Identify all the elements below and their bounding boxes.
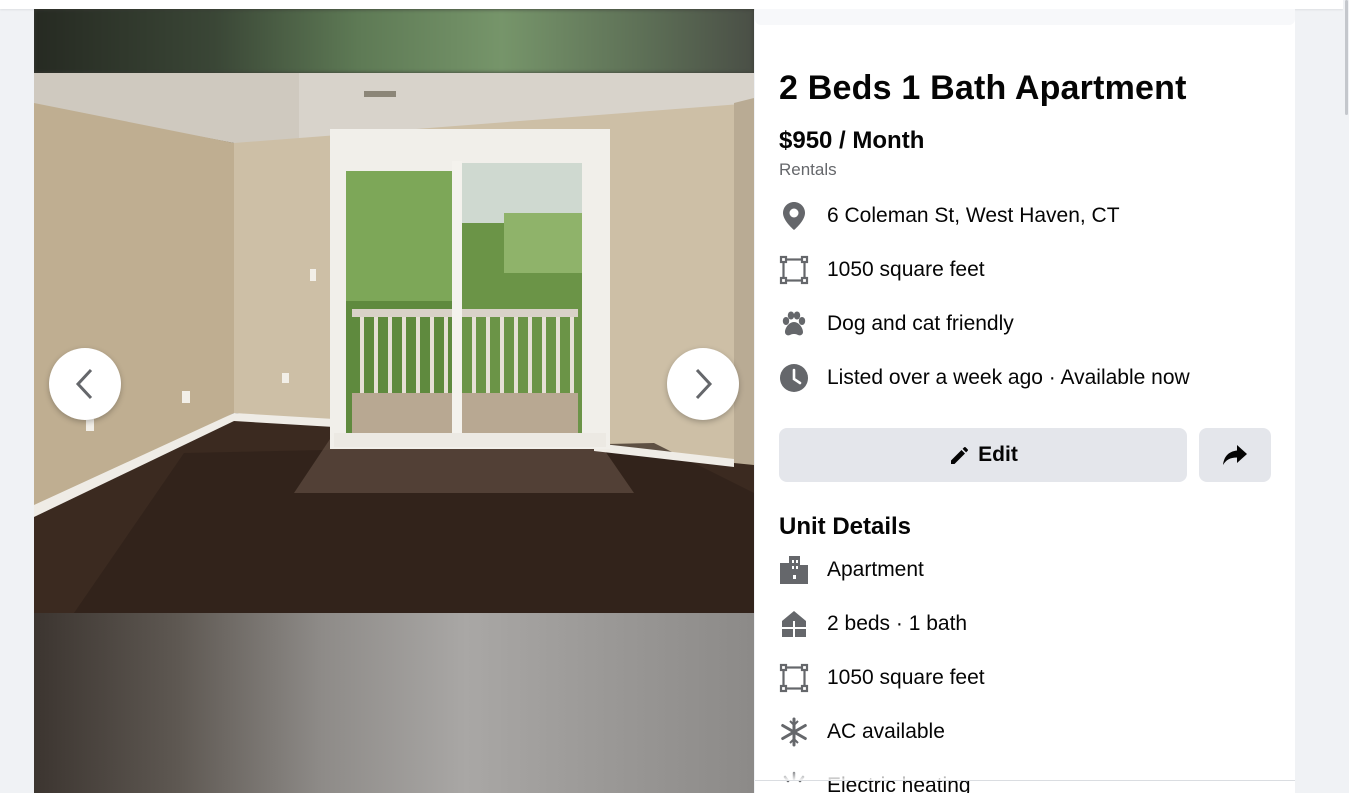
listing-category[interactable]: Rentals: [779, 160, 837, 180]
previous-photo-button[interactable]: [49, 348, 121, 420]
share-button[interactable]: [1199, 428, 1271, 482]
photo-viewer: [34, 9, 754, 793]
edit-button[interactable]: Edit: [779, 428, 1187, 482]
unit-type-row: Apartment: [779, 554, 924, 586]
snowflake-icon: [779, 717, 809, 747]
unit-size-row: 1050 square feet: [779, 662, 985, 694]
paw-icon: [779, 309, 809, 339]
listed-text: Listed over a week ago · Available now: [827, 366, 1190, 389]
unit-size-text: 1050 square feet: [827, 666, 985, 689]
listed-row: Listed over a week ago · Available now: [779, 362, 1190, 394]
next-photo-button[interactable]: [667, 348, 739, 420]
page-scrollbar-thumb[interactable]: [1345, 0, 1348, 115]
chevron-left-icon: [75, 368, 93, 400]
top-bar: [0, 0, 1343, 9]
share-arrow-icon: [1223, 445, 1247, 465]
blurred-background-top: [34, 9, 754, 73]
clock-icon: [779, 363, 809, 393]
square-footage-icon: [779, 255, 809, 285]
square-footage-icon: [779, 663, 809, 693]
blurred-background-bottom: [34, 613, 754, 793]
listing-title: 2 Beds 1 Bath Apartment: [779, 69, 1187, 107]
listing-price: $950 / Month: [779, 127, 925, 154]
unit-details-title: Unit Details: [779, 513, 912, 540]
location-row[interactable]: 6 Coleman St, West Haven, CT: [779, 200, 1120, 232]
ac-text: AC available: [827, 720, 945, 743]
pets-row: Dog and cat friendly: [779, 308, 1014, 340]
house-icon: [779, 609, 809, 639]
unit-type-text: Apartment: [827, 558, 924, 581]
edit-button-label: Edit: [978, 443, 1018, 466]
location-pin-icon: [779, 201, 809, 231]
panel-divider: [755, 780, 1295, 781]
panel-header-strip: [755, 9, 1295, 25]
pets-text: Dog and cat friendly: [827, 312, 1014, 335]
location-text: 6 Coleman St, West Haven, CT: [827, 204, 1120, 227]
size-text: 1050 square feet: [827, 258, 985, 281]
page-scrollbar[interactable]: [1343, 0, 1349, 793]
chevron-right-icon: [695, 368, 713, 400]
listing-photo[interactable]: [34, 73, 754, 613]
pencil-icon: [951, 447, 969, 464]
bed-bath-text: 2 beds · 1 bath: [827, 612, 968, 635]
bed-bath-row: 2 beds · 1 bath: [779, 608, 967, 640]
ac-row: AC available: [779, 716, 945, 748]
building-icon: [779, 555, 809, 585]
size-row: 1050 square feet: [779, 254, 985, 286]
listing-details-panel: 2 Beds 1 Bath Apartment $950 / Month Ren…: [755, 9, 1295, 793]
